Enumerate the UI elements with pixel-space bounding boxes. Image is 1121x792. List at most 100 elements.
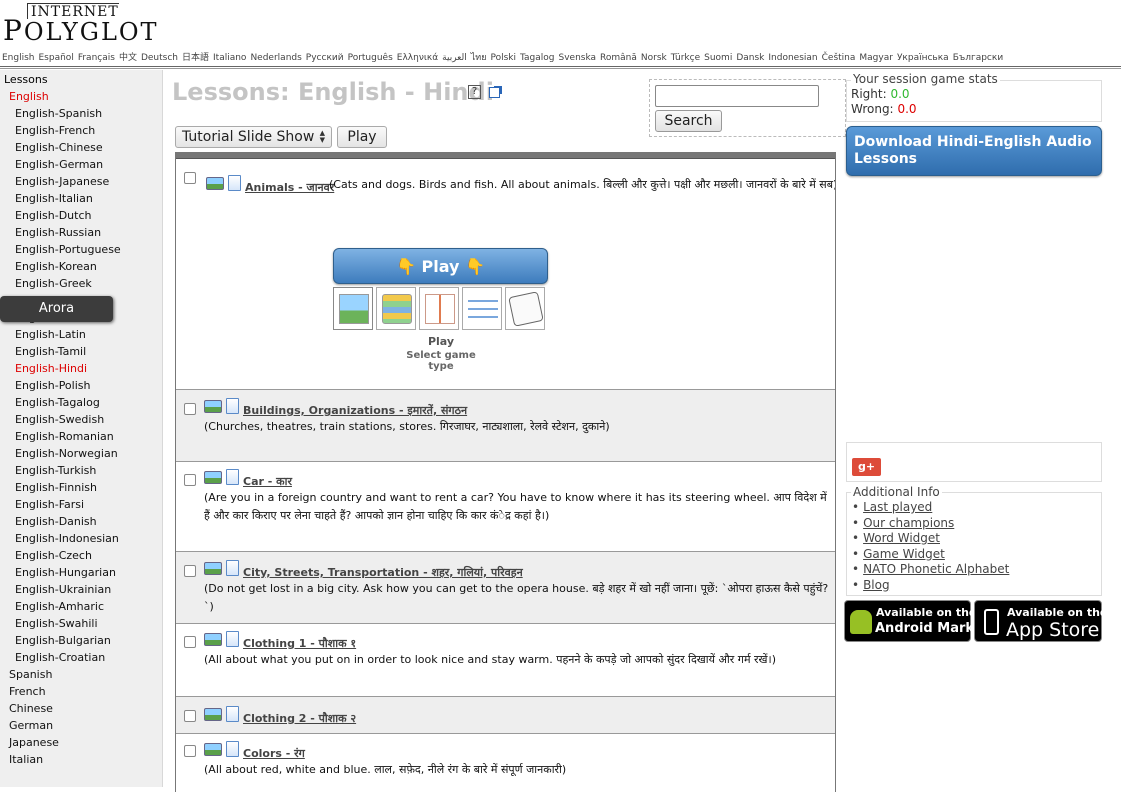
sidebar-item-english-swahili[interactable]: English-Swahili (15, 617, 98, 630)
sidebar-item-english-tamil[interactable]: English-Tamil (15, 345, 86, 358)
language-link[interactable]: ไทย (471, 53, 487, 63)
sidebar-item-english-tagalog[interactable]: English-Tagalog (15, 396, 100, 409)
play-button[interactable]: Play (337, 126, 387, 148)
language-link[interactable]: Български (953, 53, 1003, 63)
picture-icon[interactable] (204, 562, 222, 575)
android-market-badge[interactable]: Available on the Android Market (844, 600, 989, 642)
game-type-dice-icon[interactable] (505, 287, 545, 330)
language-link[interactable]: Magyar (859, 53, 893, 63)
sidebar-item-english-romanian[interactable]: English-Romanian (15, 430, 114, 443)
picture-icon[interactable] (204, 633, 222, 646)
sidebar-item-german[interactable]: German (9, 719, 53, 732)
language-link[interactable]: 中文 (119, 53, 137, 63)
sidebar-item-english-italian[interactable]: English-Italian (15, 192, 93, 205)
sidebar-item-chinese[interactable]: Chinese (9, 702, 53, 715)
big-play-button[interactable]: 👇 Play 👇 (333, 248, 548, 284)
sidebar-item-english-hungarian[interactable]: English-Hungarian (15, 566, 116, 579)
info-link-our-champions[interactable]: • Our champions (852, 516, 954, 530)
lesson-title[interactable]: Buildings, Organizations - इमारतें, संगठ… (243, 403, 467, 418)
language-link[interactable]: Українська (897, 53, 949, 63)
download-audio-button[interactable]: Download Hindi-English Audio Lessons (846, 126, 1102, 176)
lesson-title[interactable]: Animals - जानवर (245, 180, 334, 195)
sidebar-item-english-indonesian[interactable]: English-Indonesian (15, 532, 119, 545)
language-link[interactable]: Deutsch (141, 53, 178, 63)
sidebar-item-english-ukrainian[interactable]: English-Ukrainian (15, 583, 111, 596)
google-plus-icon[interactable]: g+ (852, 458, 881, 476)
sidebar-item-english-french[interactable]: English-French (15, 124, 95, 137)
sidebar-item-english-czech[interactable]: English-Czech (15, 549, 92, 562)
sidebar-item-english-hindi[interactable]: English-Hindi (15, 362, 87, 375)
lesson-checkbox[interactable] (184, 636, 196, 648)
sidebar-item-english[interactable]: English (9, 90, 49, 103)
picture-icon[interactable] (206, 177, 224, 190)
external-link-icon[interactable] (489, 86, 502, 98)
sidebar-item-english-greek[interactable]: English-Greek (15, 277, 92, 290)
sidebar-item-french[interactable]: French (9, 685, 46, 698)
sidebar-item-english-polish[interactable]: English-Polish (15, 379, 90, 392)
language-link[interactable]: Français (78, 53, 115, 63)
document-icon[interactable] (226, 741, 239, 757)
site-logo[interactable]: INTERNET POLYGLOT (3, 3, 157, 46)
sidebar-item-english-dutch[interactable]: English-Dutch (15, 209, 91, 222)
search-button[interactable]: Search (655, 110, 722, 132)
language-link[interactable]: Polski (491, 53, 517, 63)
sidebar-item-english-chinese[interactable]: English-Chinese (15, 141, 103, 154)
game-type-select[interactable]: Tutorial Slide Show ▲ ▼ (175, 126, 332, 148)
language-link[interactable]: Čeština (822, 53, 856, 63)
sidebar-item-english-norwegian[interactable]: English-Norwegian (15, 447, 118, 460)
language-link[interactable]: العربية (442, 53, 467, 63)
sidebar-item-english-farsi[interactable]: English-Farsi (15, 498, 84, 511)
sidebar-item-english-portuguese[interactable]: English-Portuguese (15, 243, 121, 256)
sidebar-item-english-russian[interactable]: English-Russian (15, 226, 101, 239)
language-link[interactable]: Italiano (213, 53, 246, 63)
document-icon[interactable] (228, 175, 241, 191)
picture-icon[interactable] (204, 471, 222, 484)
document-icon[interactable] (226, 398, 239, 414)
language-link[interactable]: Português (348, 53, 393, 63)
lesson-title[interactable]: Clothing 2 - पौशाक २ (243, 711, 356, 726)
sidebar-item-english-croatian[interactable]: English-Croatian (15, 651, 105, 664)
document-icon[interactable] (226, 469, 239, 485)
search-input[interactable] (655, 85, 819, 107)
picture-icon[interactable] (204, 400, 222, 413)
sidebar-item-english-bulgarian[interactable]: English-Bulgarian (15, 634, 111, 647)
language-link[interactable]: Nederlands (250, 53, 301, 63)
info-link-last-played[interactable]: • Last played (852, 500, 932, 514)
lesson-title[interactable]: City, Streets, Transportation - शहर, गलि… (243, 565, 523, 580)
lesson-title[interactable]: Colors - रंग (243, 746, 305, 761)
info-link-word-widget[interactable]: • Word Widget (852, 531, 940, 545)
document-icon[interactable] (226, 631, 239, 647)
lesson-title[interactable]: Clothing 1 - पौशाक १ (243, 636, 356, 651)
picture-icon[interactable] (204, 743, 222, 756)
game-type-picture-icon[interactable] (333, 287, 373, 330)
sidebar-item-japanese[interactable]: Japanese (9, 736, 59, 749)
help-icon[interactable]: ? (468, 85, 481, 99)
info-link-blog[interactable]: • Blog (852, 578, 890, 592)
sidebar-item-italian[interactable]: Italian (9, 753, 43, 766)
lesson-checkbox[interactable] (184, 172, 196, 184)
language-link[interactable]: Suomi (704, 53, 732, 63)
lesson-checkbox[interactable] (184, 403, 196, 415)
language-link[interactable]: Tagalog (520, 53, 554, 63)
sidebar-item-english-spanish[interactable]: English-Spanish (15, 107, 102, 120)
sidebar-item-english-korean[interactable]: English-Korean (15, 260, 97, 273)
language-link[interactable]: Русский (306, 53, 344, 63)
document-icon[interactable] (226, 560, 239, 576)
sidebar-item-english-german[interactable]: English-German (15, 158, 103, 171)
language-link[interactable]: Română (600, 53, 637, 63)
sidebar-item-english-finnish[interactable]: English-Finnish (15, 481, 97, 494)
lesson-checkbox[interactable] (184, 710, 196, 722)
info-link-game-widget[interactable]: • Game Widget (852, 547, 945, 561)
language-link[interactable]: English (2, 53, 35, 63)
app-store-badge[interactable]: Available on the App Store (974, 600, 1107, 642)
sidebar-item-english-swedish[interactable]: English-Swedish (15, 413, 104, 426)
sidebar-item-english-japanese[interactable]: English-Japanese (15, 175, 109, 188)
language-link[interactable]: Türkçe (671, 53, 700, 63)
lesson-checkbox[interactable] (184, 474, 196, 486)
sidebar-item-english-latin[interactable]: English-Latin (15, 328, 86, 341)
sidebar-item-spanish[interactable]: Spanish (9, 668, 52, 681)
lesson-checkbox[interactable] (184, 745, 196, 757)
sidebar-item-english-turkish[interactable]: English-Turkish (15, 464, 96, 477)
game-type-blocks-icon[interactable] (419, 287, 459, 330)
lesson-title[interactable]: Car - कार (243, 474, 292, 489)
